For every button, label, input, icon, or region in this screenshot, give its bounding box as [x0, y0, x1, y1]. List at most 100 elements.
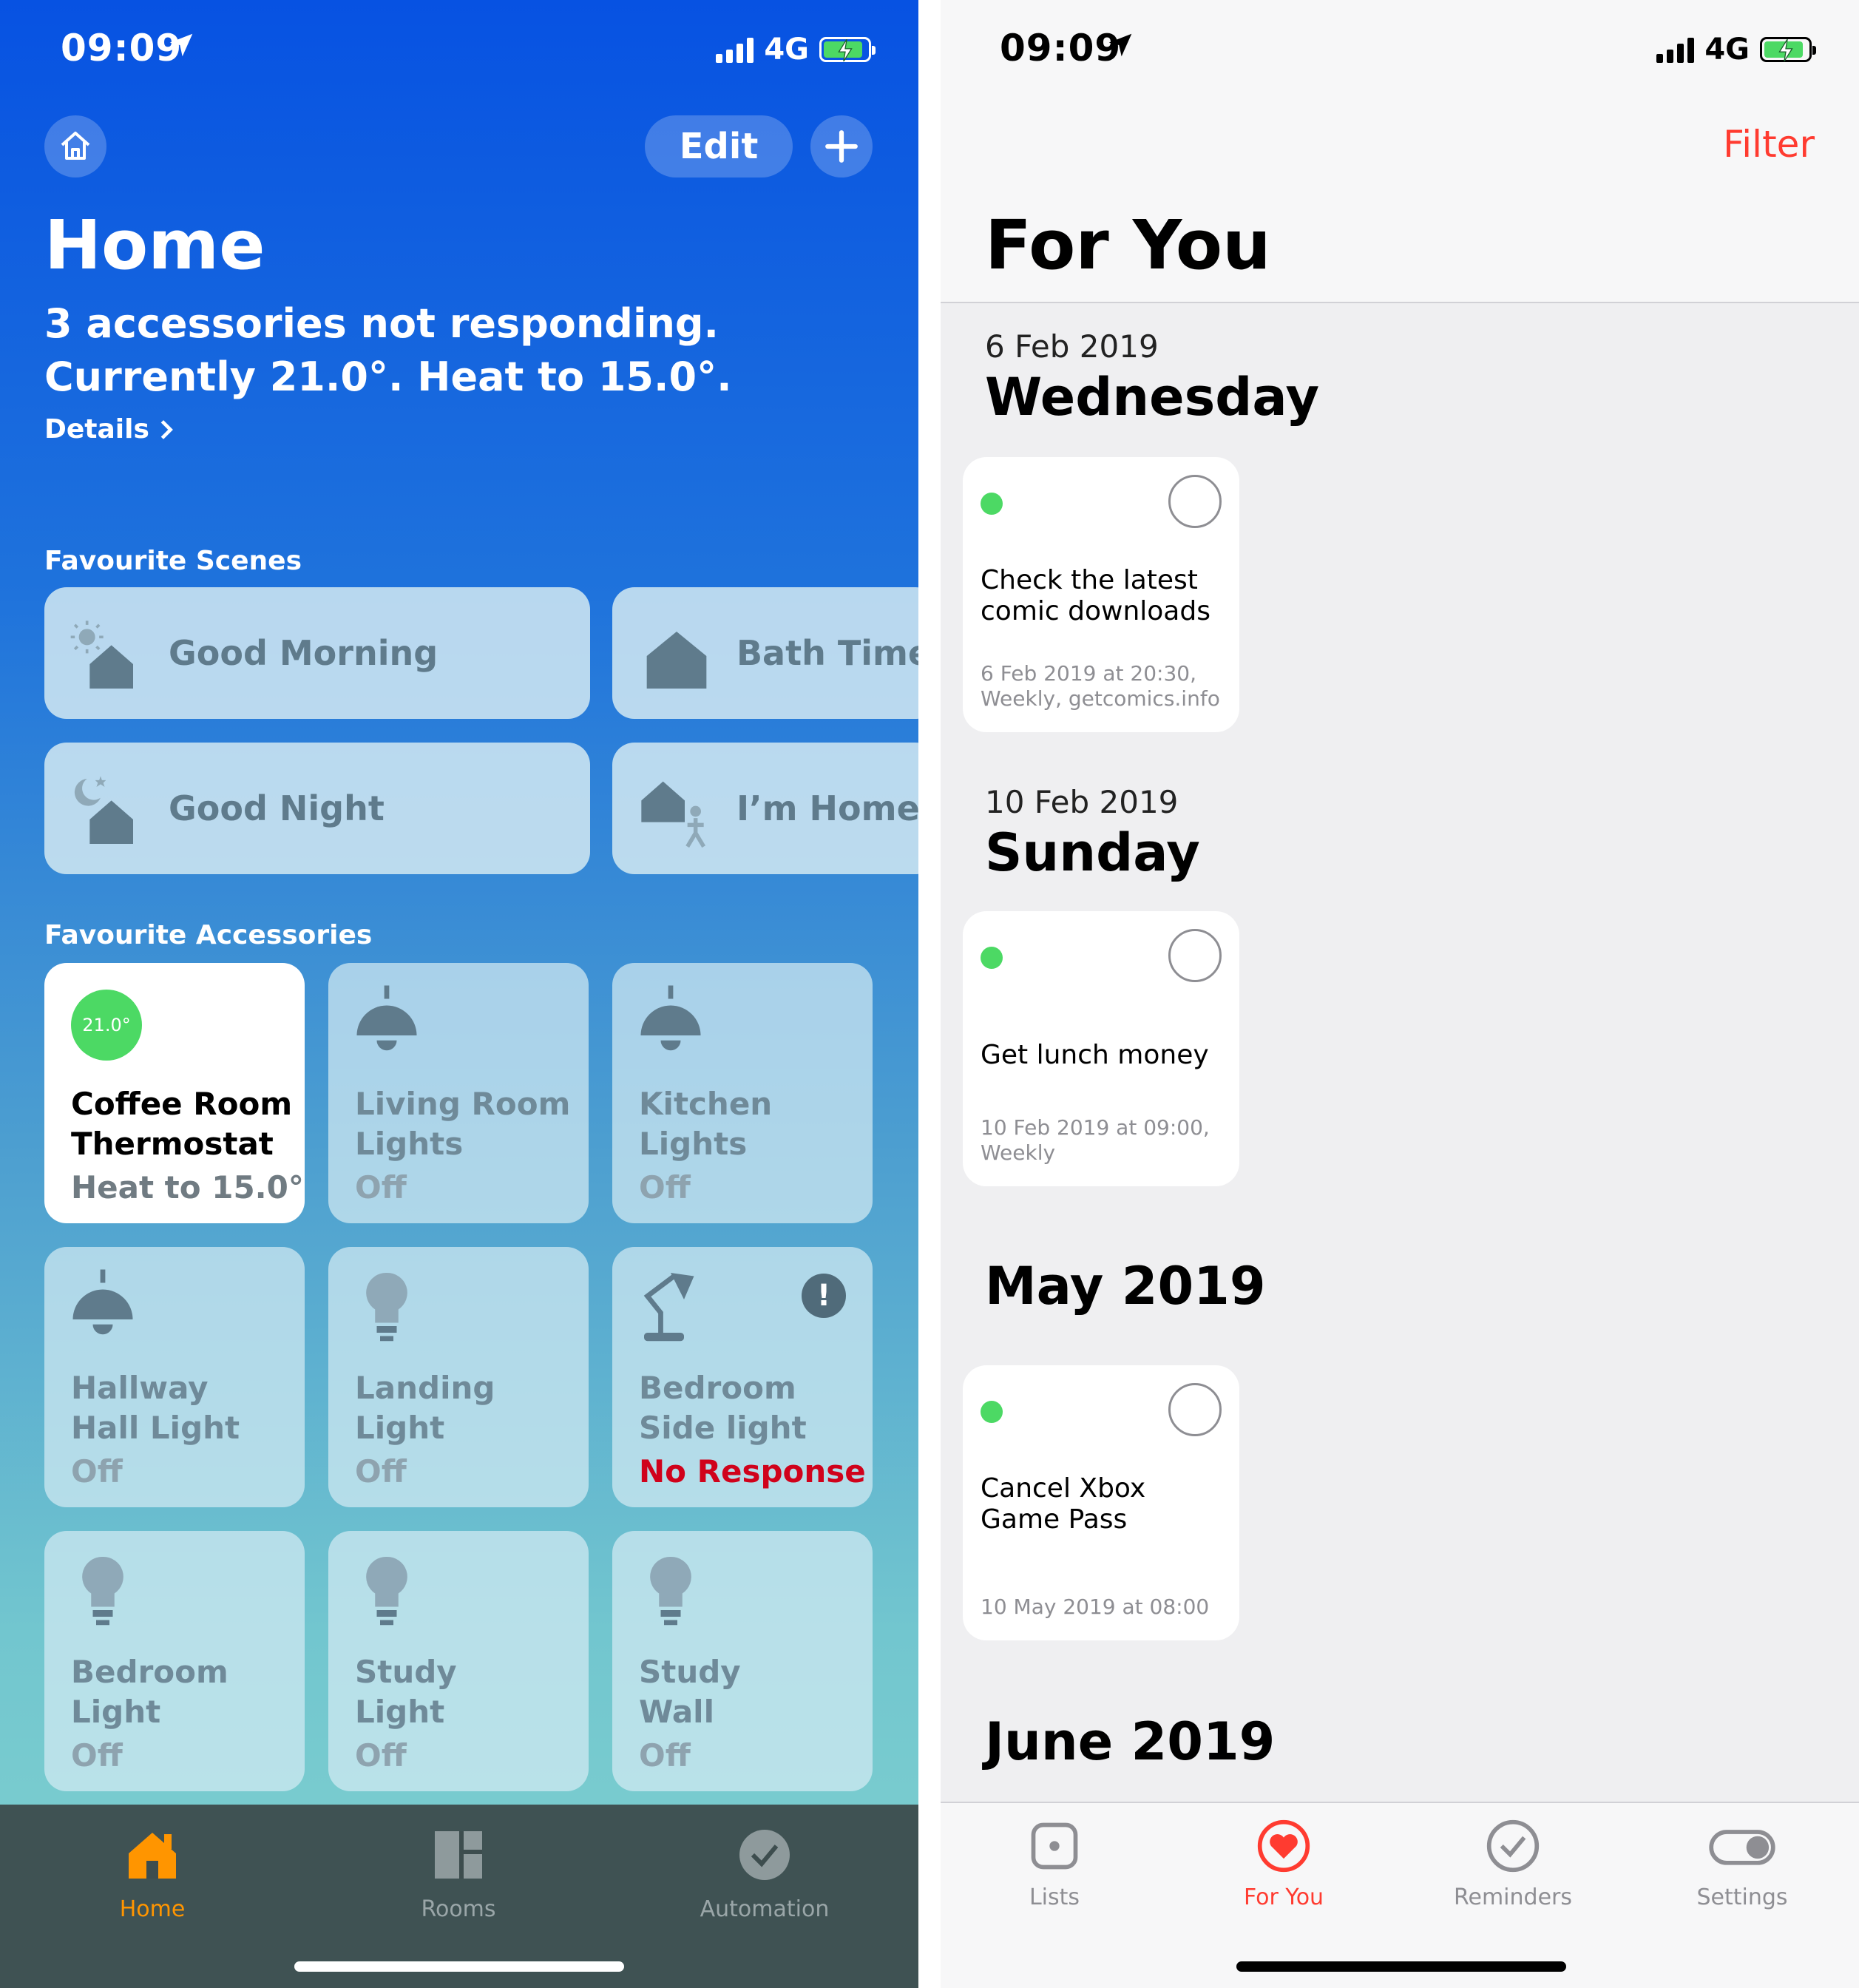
home-settings-button[interactable]: [44, 115, 106, 178]
tab-label: Settings: [1696, 1884, 1788, 1910]
status-bar: 09:09 4G: [0, 0, 918, 100]
accessory-name: Study Light: [355, 1654, 457, 1730]
complete-checkbox[interactable]: [1168, 475, 1222, 528]
accessory-state: Heat to 15.0°: [71, 1169, 304, 1206]
bulb-icon: [650, 1556, 691, 1626]
alert-icon: !: [802, 1274, 846, 1318]
section-heading: Sunday: [985, 822, 1200, 883]
accessory-name: Bedroom Light: [71, 1654, 228, 1730]
accessory-name: Living Room Lights: [355, 1086, 571, 1162]
accessory-state: Off: [71, 1453, 123, 1490]
accessory-state: Off: [71, 1737, 123, 1774]
rooms-tab-icon: [435, 1831, 482, 1879]
tab-reminders[interactable]: Reminders: [1432, 1818, 1594, 1910]
scene-good-night[interactable]: Good Night: [44, 743, 590, 874]
status-time: 09:09: [1000, 27, 1122, 70]
accessory-bedroom-light[interactable]: Bedroom Light Off: [44, 1531, 305, 1791]
toggle-tab-icon: [1709, 1830, 1775, 1865]
pendant-lamp-icon: [356, 985, 417, 1051]
section-heading: Wednesday: [985, 367, 1320, 427]
scene-im-home[interactable]: I’m Home: [612, 743, 918, 874]
status-time: 09:09: [61, 27, 183, 70]
tab-rooms[interactable]: Rooms: [370, 1825, 547, 1922]
reminder-meta: 6 Feb 2019 at 20:30, Weekly, getcomics.i…: [981, 661, 1220, 711]
filter-button[interactable]: Filter: [1723, 123, 1815, 166]
reminder-title: Get lunch money: [981, 1040, 1209, 1070]
section-heading: May 2019: [985, 1256, 1266, 1316]
bulb-icon: [366, 1556, 407, 1626]
accessory-living-room-lights[interactable]: Living Room Lights Off: [328, 963, 589, 1223]
page-title: Home: [44, 206, 265, 285]
scenes-heading: Favourite Scenes: [44, 546, 302, 576]
accessory-state: Off: [355, 1737, 407, 1774]
accessory-bedroom-side-light[interactable]: ! Bedroom Side light No Response: [612, 1247, 873, 1507]
tab-label: Rooms: [421, 1896, 496, 1922]
edit-button[interactable]: Edit: [645, 115, 793, 178]
accessory-coffee-room-thermostat[interactable]: 21.0° Coffee Room Thermostat Heat to 15.0…: [44, 963, 305, 1223]
reminder-card[interactable]: Get lunch money 10 Feb 2019 at 09:00, We…: [963, 911, 1239, 1186]
pendant-lamp-icon: [72, 1269, 133, 1335]
complete-checkbox[interactable]: [1168, 929, 1222, 982]
complete-checkbox[interactable]: [1168, 1383, 1222, 1436]
accessory-state: Off: [639, 1737, 691, 1774]
section-date: 10 Feb 2019: [985, 784, 1179, 820]
tab-label: Home: [119, 1896, 186, 1922]
moon-house-icon: [74, 776, 133, 844]
accessory-name: Study Wall: [639, 1654, 741, 1730]
checkmark-tab-icon: [1486, 1819, 1540, 1873]
house-outline-icon: [61, 132, 90, 160]
accessory-name: Coffee Room Thermostat: [71, 1086, 293, 1162]
summary-temperature: Currently 21.0°. Heat to 15.0°.: [44, 354, 732, 400]
pendant-lamp-icon: [640, 985, 701, 1051]
accessory-state: Off: [639, 1169, 691, 1206]
reminder-meta: 10 Feb 2019 at 09:00, Weekly: [981, 1115, 1210, 1165]
reminder-card[interactable]: Check the latest comic downloads 6 Feb 2…: [963, 457, 1239, 732]
home-tab-icon: [129, 1833, 176, 1879]
home-app-screen: 09:09 4G Edit Home 3 accessories not res…: [0, 0, 918, 1988]
battery-icon: [1760, 37, 1816, 62]
accessory-study-light[interactable]: Study Light Off: [328, 1531, 589, 1791]
accessory-kitchen-lights[interactable]: Kitchen Lights Off: [612, 963, 873, 1223]
tab-home[interactable]: Home: [64, 1825, 241, 1922]
signal-icon: [716, 36, 754, 63]
navigation-bar: 09:09 4G Filter For You: [941, 0, 1859, 303]
location-arrow-icon: [169, 33, 193, 57]
scene-good-morning[interactable]: Good Morning: [44, 587, 590, 719]
add-button[interactable]: [810, 115, 873, 178]
thermostat-icon: 21.0°: [71, 990, 142, 1061]
desk-lamp-icon: [643, 1273, 694, 1342]
accessory-name: Landing Light: [355, 1370, 495, 1446]
signal-icon: [1656, 36, 1695, 63]
tab-label: For You: [1243, 1884, 1324, 1910]
status-bar: 09:09 4G: [941, 0, 1859, 100]
for-you-screen: 09:09 4G Filter For You 6 Feb 2019 Wedne…: [941, 0, 1859, 1988]
summary-accessories: 3 accessories not responding.: [44, 300, 719, 347]
bulb-icon: [366, 1272, 407, 1342]
tab-for-you[interactable]: For You: [1202, 1818, 1365, 1910]
scene-label: I’m Home: [737, 788, 918, 828]
priority-dot: [981, 1401, 1003, 1423]
reminder-title: Cancel Xbox Game Pass: [981, 1473, 1146, 1535]
chevron-right-icon: [160, 419, 173, 439]
tab-label: Lists: [1029, 1884, 1080, 1910]
tab-lists[interactable]: Lists: [973, 1818, 1136, 1910]
tab-bar: Home Rooms Automation: [0, 1805, 918, 1988]
accessory-name: Hallway Hall Light: [71, 1370, 240, 1446]
accessory-landing-light[interactable]: Landing Light Off: [328, 1247, 589, 1507]
reminder-meta: 10 May 2019 at 08:00: [981, 1595, 1210, 1619]
page-title: For You: [985, 206, 1271, 285]
priority-dot: [981, 947, 1003, 969]
details-link[interactable]: Details: [44, 414, 175, 444]
reminder-card[interactable]: Cancel Xbox Game Pass 10 May 2019 at 08:…: [963, 1365, 1239, 1640]
accessory-hallway-hall-light[interactable]: Hallway Hall Light Off: [44, 1247, 305, 1507]
accessory-state-alert: No Response: [639, 1453, 866, 1490]
house-icon: [646, 632, 707, 689]
tab-settings[interactable]: Settings: [1661, 1818, 1824, 1910]
heart-tab-icon: [1257, 1819, 1310, 1873]
accessories-heading: Favourite Accessories: [44, 920, 373, 950]
accessory-study-wall[interactable]: Study Wall Off: [612, 1531, 873, 1791]
accessory-name: Bedroom Side light: [639, 1370, 807, 1446]
tab-automation[interactable]: Automation: [676, 1825, 853, 1922]
plus-icon: [825, 130, 858, 163]
scene-bath-time[interactable]: Bath Time: [612, 587, 918, 719]
